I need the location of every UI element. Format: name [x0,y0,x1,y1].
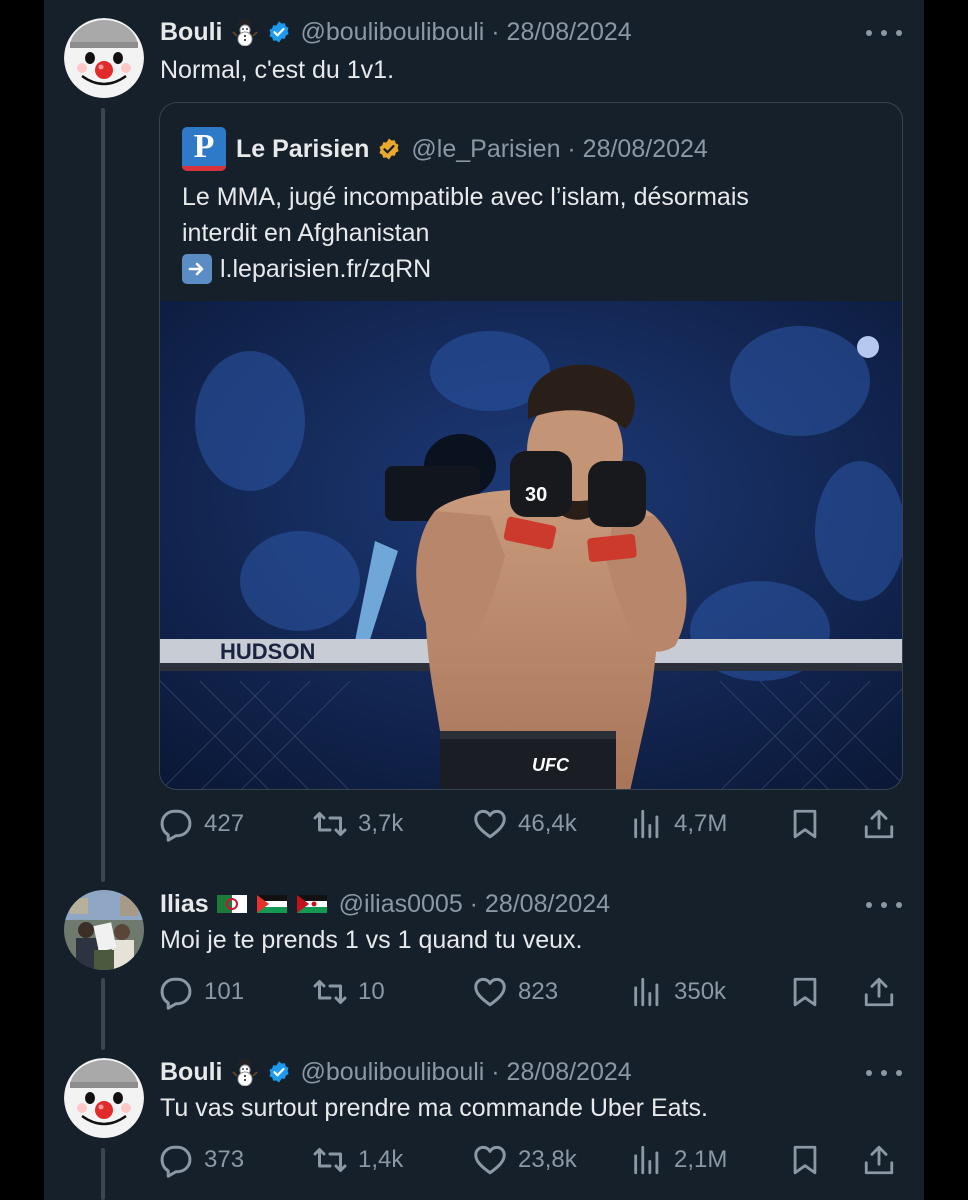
flags-icon [216,893,329,915]
more-options-icon[interactable] [866,23,902,43]
western-sahara-flag-icon [296,895,327,913]
like-count: 46,4k [518,810,577,837]
algeria-flag-icon [216,895,247,913]
quoted-author-name[interactable]: Le Parisien [236,135,369,164]
share-icon [862,1143,896,1177]
heart-icon [472,1142,508,1178]
retweet-icon [312,1142,348,1178]
share-icon [862,807,896,841]
snowman-avatar-icon [64,1058,144,1138]
more-options-icon[interactable] [866,895,902,915]
reply-count: 373 [204,1146,245,1173]
crowd-photo-avatar-icon [64,890,144,970]
palestine-flag-icon [256,895,287,913]
retweet-button[interactable]: 10 [312,970,385,1014]
avatar[interactable] [64,18,144,98]
tweet-text: Normal, c'est du 1v1. [160,56,395,84]
quoted-author-handle-date[interactable]: @le_Parisien · 28/08/2024 [411,135,707,164]
retweet-button[interactable]: 1,4k [312,1138,403,1182]
view-count: 350k [674,978,727,1005]
bookmark-button[interactable] [788,970,822,1014]
like-button[interactable]: 823 [472,970,558,1014]
share-button[interactable] [862,802,896,846]
tweet-actions: 373 1,4k 23,8k 2,1M [158,1138,908,1182]
reply-icon [158,974,194,1010]
reply-button[interactable]: 373 [158,1138,244,1182]
reply-icon [158,806,194,842]
reply-count: 101 [204,978,245,1005]
more-options-icon[interactable] [866,1063,902,1083]
glove-number: 30 [525,484,547,506]
views-icon [630,975,664,1009]
author-handle-date[interactable]: @bouliboulibouli · 28/08/2024 [301,18,632,47]
views-icon [630,807,664,841]
tweet-actions: 101 10 823 350k [158,970,908,1014]
view-count: 2,1M [674,1146,728,1173]
quoted-link-row: l.leparisien.fr/zqRN [182,251,431,287]
tweet-actions: 427 3,7k 46,4k 4,7M [158,802,908,846]
verified-badge-icon[interactable] [267,20,291,44]
author-name[interactable]: Ilias [160,890,209,919]
le-parisien-logo-icon[interactable]: P [182,127,226,171]
quoted-tweet[interactable]: P Le Parisien @le_Parisien · 28/08/2024 … [159,102,903,790]
author-name[interactable]: Bouli [160,18,223,47]
like-button[interactable]: 23,8k [472,1138,577,1182]
reply-count: 427 [204,810,245,837]
bookmark-button[interactable] [788,1138,822,1182]
mma-fighter-photo[interactable]: HUDSON 30 UFC [160,301,903,790]
tweet-text: Tu vas surtout prendre ma commande Uber … [160,1094,708,1122]
heart-icon [472,974,508,1010]
retweet-icon [312,974,348,1010]
like-count: 823 [518,978,559,1005]
bookmark-icon [788,1143,822,1177]
verified-badge-icon[interactable] [267,1060,291,1084]
author-handle-date[interactable]: @ilias0005 · 28/08/2024 [339,890,610,919]
views-button[interactable]: 4,7M [630,802,727,846]
tweet-text: Moi je te prends 1 vs 1 quand tu veux. [160,926,583,954]
logo-letter: P [193,128,215,165]
right-arrow-icon [182,254,212,284]
share-button[interactable] [862,1138,896,1182]
reply-icon [158,1142,194,1178]
snowman-avatar-icon [64,18,144,98]
bookmark-icon [788,975,822,1009]
avatar[interactable] [64,890,144,970]
snowman-icon [231,18,259,46]
quoted-text-line: Le MMA, jugé incompatible avec l’islam, … [182,183,749,211]
views-icon [630,1143,664,1177]
retweet-count: 1,4k [358,1146,404,1173]
reply-button[interactable]: 427 [158,802,244,846]
banner-text: HUDSON [220,639,315,664]
views-button[interactable]: 2,1M [630,1138,727,1182]
thread-line [101,978,105,1050]
avatar[interactable] [64,1058,144,1138]
author-name[interactable]: Bouli [160,1058,223,1087]
shorts-logo: UFC [532,755,570,775]
retweet-button[interactable]: 3,7k [312,802,403,846]
like-button[interactable]: 46,4k [472,802,577,846]
author-handle-date[interactable]: @bouliboulibouli · 28/08/2024 [301,1058,632,1087]
thread-line [101,1148,105,1200]
snowman-icon [231,1058,259,1086]
quoted-link[interactable]: l.leparisien.fr/zqRN [220,251,431,287]
views-button[interactable]: 350k [630,970,726,1014]
thread-line [101,108,105,882]
like-count: 23,8k [518,1146,577,1173]
share-button[interactable] [862,970,896,1014]
retweet-icon [312,806,348,842]
retweet-count: 3,7k [358,810,404,837]
verified-gold-badge-icon[interactable] [377,137,401,161]
retweet-count: 10 [358,978,385,1005]
bookmark-icon [788,807,822,841]
heart-icon [472,806,508,842]
bookmark-button[interactable] [788,802,822,846]
share-icon [862,975,896,1009]
quoted-text-line: interdit en Afghanistan [182,219,430,247]
view-count: 4,7M [674,810,728,837]
reply-button[interactable]: 101 [158,970,244,1014]
